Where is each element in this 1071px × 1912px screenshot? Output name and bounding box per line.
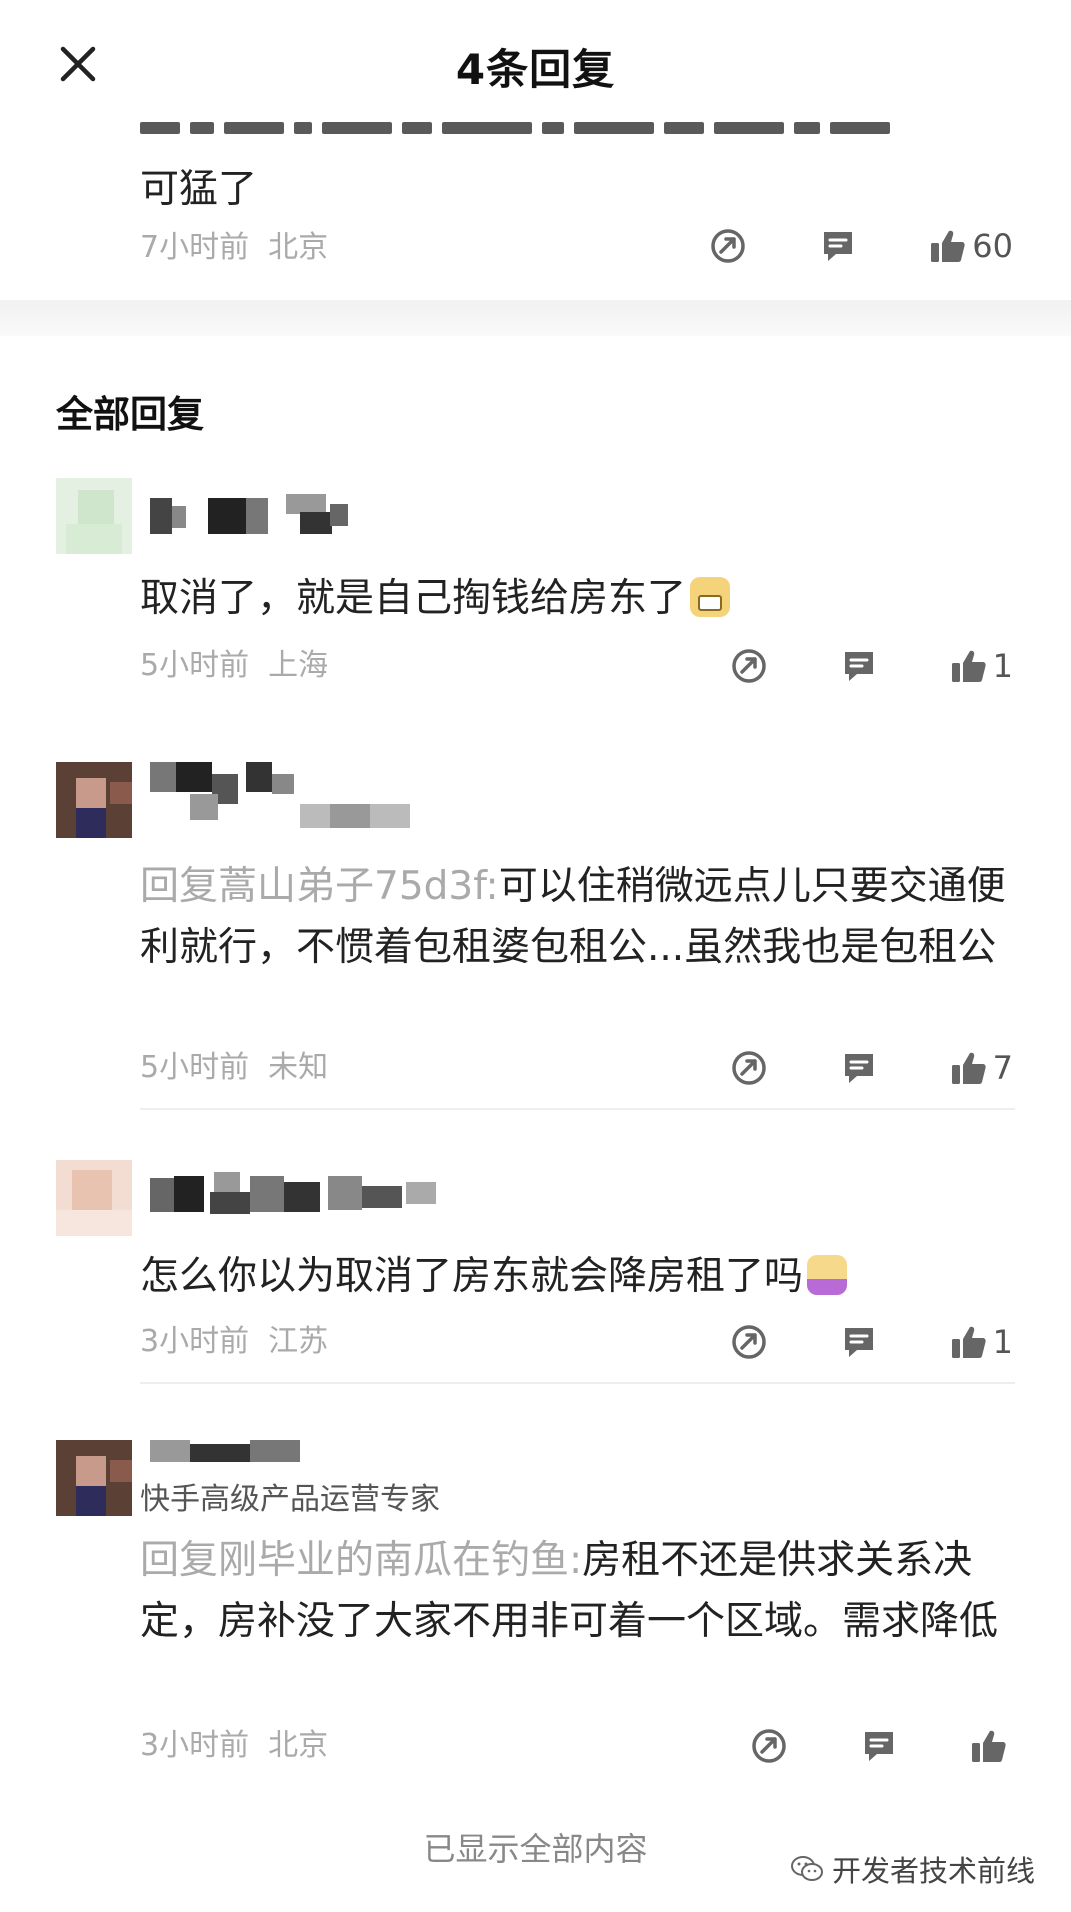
like-button[interactable]: 1 [949, 1322, 1013, 1362]
comment-location: 北京 [268, 1728, 329, 1763]
like-count: 1 [992, 1323, 1013, 1361]
like-count: 60 [972, 227, 1013, 265]
section-divider [0, 300, 1071, 336]
share-icon[interactable] [729, 646, 769, 686]
watermark: 开发者技术前线 [790, 1848, 1035, 1890]
reply-text-content: 取消了，就是自己掏钱给房东了 [140, 576, 687, 621]
watermark-text: 开发者技术前线 [831, 1854, 1035, 1888]
reply-actions: 1 [729, 642, 1013, 690]
reply-text: 怎么你以为取消了房东就会降房租了吗 [140, 1246, 1020, 1307]
all-replies-heading: 全部回复 [56, 393, 204, 436]
like-count: 1 [992, 647, 1013, 685]
user-role-label: 快手高级产品运营专家 [140, 1482, 440, 1517]
original-comment-meta: 7小时前 北京 [140, 222, 328, 266]
like-button[interactable] [969, 1726, 1013, 1766]
original-comment-text: 可猛了 [140, 167, 258, 212]
avatar[interactable] [56, 1160, 132, 1236]
reply-text: 回复刚毕业的南瓜在钓鱼:房租不还是供求关系决定，房补没了大家不用非可着一个区域。… [140, 1530, 1020, 1652]
reply-to-prefix[interactable]: 回复刚毕业的南瓜在钓鱼: [140, 1538, 582, 1583]
reply-text: 回复蒿山弟子75d3f:可以住稍微远点儿只要交通便利就行，不惯着包租婆包租公..… [140, 856, 1020, 978]
comment-location: 北京 [268, 230, 329, 265]
share-icon[interactable] [729, 1322, 769, 1362]
reply-icon[interactable] [839, 1048, 879, 1088]
comment-location: 未知 [268, 1050, 329, 1085]
comment-location: 江苏 [268, 1324, 329, 1359]
avatar[interactable] [56, 478, 132, 554]
reply-meta: 3小时前 江苏 [140, 1316, 328, 1360]
username-pixelated[interactable] [150, 494, 410, 540]
reply-icon[interactable] [839, 1322, 879, 1362]
reply-actions: 1 [729, 1318, 1013, 1366]
grin-emoji-icon [690, 577, 731, 617]
username-pixelated[interactable] [150, 1172, 490, 1218]
comment-time: 7小时前 [140, 230, 250, 265]
like-button[interactable]: 7 [949, 1048, 1013, 1088]
reply-text: 取消了，就是自己掏钱给房东了 [140, 568, 1020, 629]
reply-meta: 5小时前 上海 [140, 640, 328, 684]
share-icon[interactable] [749, 1726, 789, 1766]
reply-actions [749, 1722, 1013, 1770]
share-icon[interactable] [729, 1048, 769, 1088]
replies-page: 4条回复 可猛了 7小时前 北京 60 全部回复 取消了，就是自己掏钱给房东了 … [0, 0, 1071, 1912]
reply-meta: 3小时前 北京 [140, 1720, 328, 1764]
wink-emoji-icon [807, 1255, 848, 1295]
reply-to-prefix[interactable]: 回复蒿山弟子75d3f: [140, 864, 499, 909]
avatar[interactable] [56, 1440, 132, 1516]
reply-actions: 7 [729, 1044, 1013, 1092]
like-button[interactable]: 1 [949, 646, 1013, 686]
reply-icon[interactable] [818, 226, 858, 266]
avatar[interactable] [56, 762, 132, 838]
reply-text-content: 怎么你以为取消了房东就会降房租了吗 [140, 1254, 804, 1299]
reply-icon[interactable] [859, 1726, 899, 1766]
username-pixelated[interactable] [150, 760, 470, 838]
like-count: 7 [992, 1049, 1013, 1087]
comment-time: 5小时前 [140, 648, 250, 683]
original-actions: 60 [708, 222, 1013, 270]
username-pixelated[interactable] [150, 1440, 350, 1464]
comment-time: 3小时前 [140, 1324, 250, 1359]
comment-location: 上海 [268, 648, 329, 683]
divider [140, 1382, 1015, 1384]
header: 4条回复 [0, 0, 1071, 130]
share-icon[interactable] [708, 226, 748, 266]
wechat-icon [790, 1856, 823, 1881]
like-button[interactable]: 60 [928, 226, 1013, 266]
reply-icon[interactable] [839, 646, 879, 686]
comment-time: 3小时前 [140, 1728, 250, 1763]
truncated-text-line [140, 122, 970, 140]
page-title: 4条回复 [455, 45, 616, 94]
divider [140, 1108, 1015, 1110]
reply-meta: 5小时前 未知 [140, 1042, 328, 1086]
comment-time: 5小时前 [140, 1050, 250, 1085]
